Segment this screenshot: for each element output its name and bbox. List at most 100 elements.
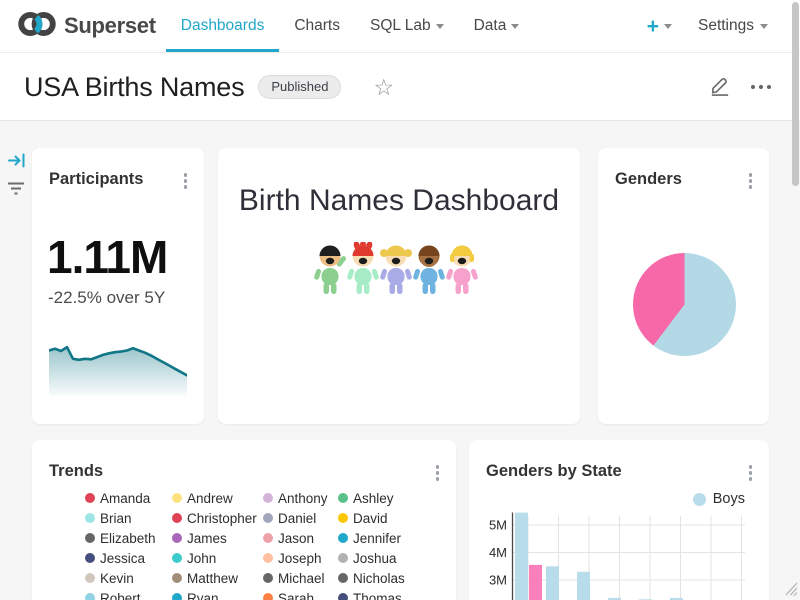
legend-item-matthew[interactable]: Matthew bbox=[172, 568, 263, 588]
superset-logo-link[interactable]: Superset bbox=[16, 0, 156, 52]
chart-kebab-menu-icon[interactable] bbox=[747, 463, 755, 483]
legend-label: Jason bbox=[278, 531, 314, 546]
participants-trend-chart[interactable] bbox=[49, 338, 187, 396]
legend-item-john[interactable]: John bbox=[172, 548, 263, 568]
boys-bar[interactable] bbox=[546, 566, 559, 600]
legend-item-james[interactable]: James bbox=[172, 528, 263, 548]
published-badge: Published bbox=[258, 75, 341, 99]
legend-label: David bbox=[353, 511, 388, 526]
legend-item-jennifer[interactable]: Jennifer bbox=[338, 528, 428, 548]
legend-label: Michael bbox=[278, 571, 325, 586]
legend-label: Sarah bbox=[278, 591, 314, 600]
caret-down-icon bbox=[664, 24, 672, 29]
dashboard-header: USA Births Names Published ☆ bbox=[0, 54, 800, 121]
legend-dot bbox=[338, 493, 348, 503]
legend-dot bbox=[85, 533, 95, 543]
dashboard-actions-menu-icon[interactable] bbox=[747, 81, 775, 93]
legend-item-sarah[interactable]: Sarah bbox=[263, 588, 338, 600]
genders-by-state-chart[interactable]: 5M4M3M bbox=[469, 510, 769, 600]
new-item-button[interactable]: + bbox=[647, 16, 672, 37]
legend-item-joshua[interactable]: Joshua bbox=[338, 548, 428, 568]
legend-item-elizabeth[interactable]: Elizabeth bbox=[85, 528, 172, 548]
legend-label: Matthew bbox=[187, 571, 238, 586]
nav-item-data[interactable]: Data bbox=[459, 0, 535, 52]
legend-item-andrew[interactable]: Andrew bbox=[172, 488, 263, 508]
legend-dot bbox=[263, 533, 273, 543]
chart-kebab-menu-icon[interactable] bbox=[747, 171, 755, 191]
welcome-markdown-card: Birth Names Dashboard bbox=[218, 148, 580, 424]
legend-item-amanda[interactable]: Amanda bbox=[85, 488, 172, 508]
legend-label: Nicholas bbox=[353, 571, 405, 586]
legend-item-daniel[interactable]: Daniel bbox=[263, 508, 338, 528]
dashboard-title: USA Births Names bbox=[24, 72, 244, 103]
big-number-subheader: -22.5% over 5Y bbox=[48, 288, 165, 308]
legend-label: Anthony bbox=[278, 491, 328, 506]
legend-item-jason[interactable]: Jason bbox=[263, 528, 338, 548]
legend-item-christopher[interactable]: Christopher bbox=[172, 508, 263, 528]
legend-dot bbox=[338, 513, 348, 523]
legend-dot bbox=[693, 493, 706, 506]
chart-title: Genders by State bbox=[486, 462, 622, 481]
expand-filter-bar-icon[interactable] bbox=[8, 153, 25, 173]
legend-label: Boys bbox=[713, 491, 745, 507]
superset-dashboard-page: Superset Dashboards Charts SQL Lab Data … bbox=[0, 0, 800, 600]
nav-item-dashboards[interactable]: Dashboards bbox=[166, 0, 280, 52]
welcome-heading: Birth Names Dashboard bbox=[218, 184, 580, 218]
legend-item-joseph[interactable]: Joseph bbox=[263, 548, 338, 568]
legend-item-anthony[interactable]: Anthony bbox=[263, 488, 338, 508]
big-number-value: 1.11M bbox=[47, 230, 167, 284]
legend-label: Daniel bbox=[278, 511, 316, 526]
legend-dot bbox=[338, 533, 348, 543]
legend-item-thomas[interactable]: Thomas bbox=[338, 588, 428, 600]
legend-dot bbox=[263, 593, 273, 600]
chart-kebab-menu-icon[interactable] bbox=[182, 171, 190, 191]
legend-dot bbox=[263, 553, 273, 563]
legend-label: Thomas bbox=[353, 591, 402, 600]
legend-label: Joseph bbox=[278, 551, 322, 566]
legend-item-brian[interactable]: Brian bbox=[85, 508, 172, 528]
legend-label: James bbox=[187, 531, 227, 546]
chart-kebab-menu-icon[interactable] bbox=[434, 463, 442, 483]
vertical-scrollbar[interactable] bbox=[792, 2, 799, 186]
legend-dot bbox=[172, 593, 182, 600]
legend-item-michael[interactable]: Michael bbox=[263, 568, 338, 588]
brand-name: Superset bbox=[64, 13, 156, 39]
participants-card: Participants 1.11M -22.5% over 5Y bbox=[32, 148, 204, 424]
genders-pie-chart[interactable] bbox=[633, 253, 736, 356]
legend-dot bbox=[263, 573, 273, 583]
legend-dot bbox=[338, 553, 348, 563]
legend-dot bbox=[172, 533, 182, 543]
legend-item-boys[interactable]: Boys bbox=[693, 491, 745, 507]
legend-item-robert[interactable]: Robert bbox=[85, 588, 172, 600]
legend-label: Brian bbox=[100, 511, 132, 526]
filter-list-icon[interactable] bbox=[7, 181, 25, 201]
favorite-star-icon[interactable]: ☆ bbox=[373, 76, 394, 99]
legend-item-nicholas[interactable]: Nicholas bbox=[338, 568, 428, 588]
resize-grip-icon[interactable] bbox=[784, 580, 798, 600]
legend-item-kevin[interactable]: Kevin bbox=[85, 568, 172, 588]
boys-bar[interactable] bbox=[515, 513, 528, 600]
genders-card: Genders bbox=[598, 148, 769, 424]
chart-title: Genders bbox=[615, 170, 682, 189]
girls-bar[interactable] bbox=[529, 565, 542, 600]
legend-item-ryan[interactable]: Ryan bbox=[172, 588, 263, 600]
legend-item-david[interactable]: David bbox=[338, 508, 428, 528]
nav-item-sql-lab[interactable]: SQL Lab bbox=[355, 0, 459, 52]
boys-bar[interactable] bbox=[577, 572, 590, 600]
caret-down-icon bbox=[436, 24, 444, 29]
nav-item-charts[interactable]: Charts bbox=[279, 0, 355, 52]
legend-label: Joshua bbox=[353, 551, 397, 566]
legend-dot bbox=[85, 513, 95, 523]
legend-dot bbox=[172, 513, 182, 523]
legend-item-ashley[interactable]: Ashley bbox=[338, 488, 428, 508]
settings-menu[interactable]: Settings bbox=[698, 17, 768, 35]
legend-dot bbox=[172, 493, 182, 503]
legend-label: Kevin bbox=[100, 571, 134, 586]
top-navbar: Superset Dashboards Charts SQL Lab Data … bbox=[0, 0, 800, 53]
trends-chart-legend: Amanda Andrew Anthony Ashley Brian Christophe… bbox=[85, 488, 428, 600]
svg-text:3M: 3M bbox=[489, 573, 507, 588]
legend-item-jessica[interactable]: Jessica bbox=[85, 548, 172, 568]
legend-label: Andrew bbox=[187, 491, 233, 506]
edit-dashboard-pencil-icon[interactable] bbox=[708, 73, 731, 102]
chart-title: Trends bbox=[49, 462, 103, 481]
